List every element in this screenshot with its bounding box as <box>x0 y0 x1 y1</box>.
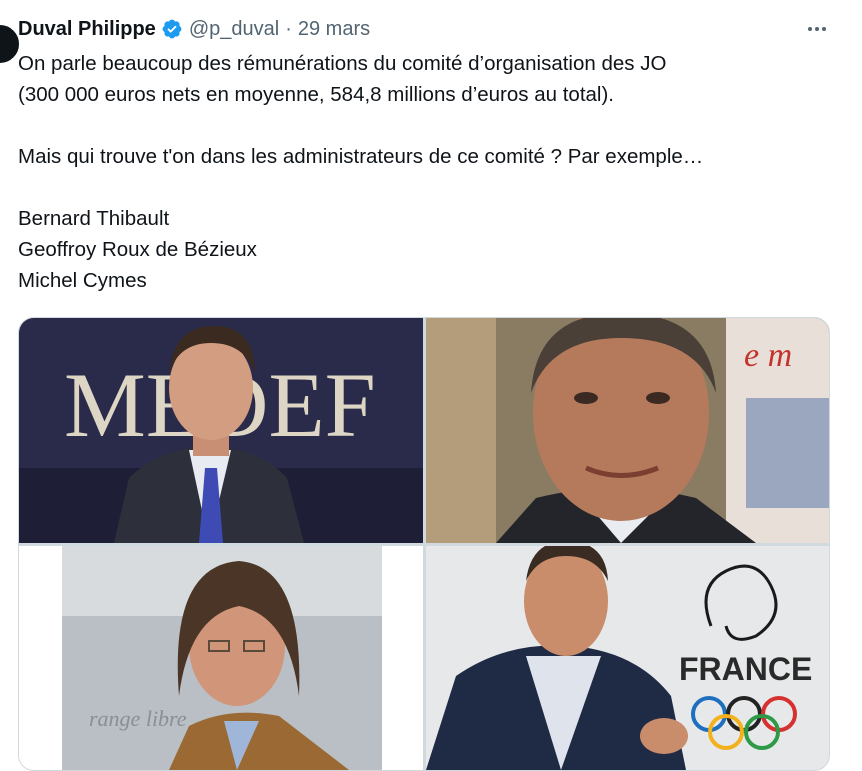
more-horizontal-icon <box>807 27 828 31</box>
tweet-text: On parle beaucoup des rémunérations du c… <box>18 48 838 296</box>
france-logo-text: FRANCE <box>679 651 812 687</box>
author-handle[interactable]: @p_duval <box>189 18 279 41</box>
tweet-date[interactable]: 29 mars <box>298 18 370 41</box>
background-sign-text: e m <box>744 337 792 374</box>
tweet-line: On parle beaucoup des rémunérations du c… <box>18 52 667 75</box>
tweet-header: Duval Philippe @p_duval · 29 mars <box>18 14 370 44</box>
verified-badge-icon[interactable] <box>161 18 183 40</box>
photo-1[interactable]: MEDEF <box>19 318 423 543</box>
background-wall-text: range libre <box>89 706 187 731</box>
media-grid: MEDEF e m <box>18 317 830 771</box>
tweet-line: Mais qui trouve t'on dans les administra… <box>18 145 704 168</box>
more-options-button[interactable] <box>802 14 832 44</box>
tweet-name-3: Michel Cymes <box>18 269 147 292</box>
photo-2[interactable]: e m <box>426 318 829 543</box>
tweet-name-1: Bernard Thibault <box>18 207 170 230</box>
tweet-name-2: Geoffroy Roux de Bézieux <box>18 238 257 261</box>
photo-4[interactable]: FRANCE <box>426 546 829 770</box>
photo-3[interactable]: range libre <box>19 546 423 770</box>
author-name[interactable]: Duval Philippe <box>18 18 156 41</box>
header-separator: · <box>285 17 292 40</box>
tweet-line: (300 000 euros nets en moyenne, 584,8 mi… <box>18 83 615 106</box>
